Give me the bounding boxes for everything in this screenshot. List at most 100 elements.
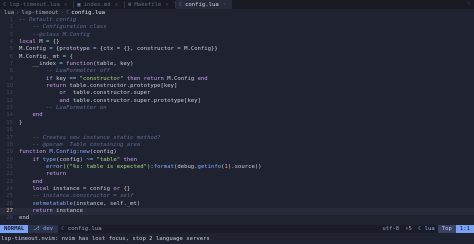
line-number: 5: [9, 46, 13, 53]
code-line[interactable]: 14 end: [0, 112, 474, 119]
code-token: {ctx: [96, 46, 117, 53]
breadcrumb: lua › lsp-timeout › ☾ config.lua: [0, 9, 474, 17]
code-token: table.constructor.prototype[key]: [66, 83, 178, 90]
code-line[interactable]: 12 and table.constructor.super.prototype…: [0, 98, 474, 105]
breadcrumb-item[interactable]: lua: [4, 10, 14, 16]
lua-file-icon: ☾: [3, 1, 7, 8]
code-token: function: [19, 149, 46, 156]
code-token: (table, key): [93, 61, 134, 68]
status-file: ☾ config.lua: [58, 225, 104, 233]
git-branch-label: dev: [43, 226, 54, 232]
code-line[interactable]: 17 -- Creates new instance static method…: [0, 135, 474, 142]
tab-lsp-timeout[interactable]: ☾ lsp-timeout.lua ×: [0, 0, 73, 9]
code-token: return: [45, 83, 67, 90]
git-branch-icon: ⎇: [33, 226, 44, 232]
code-line[interactable]: 10 return table.constructor.prototype[ke…: [0, 83, 474, 90]
close-icon[interactable]: ×: [223, 2, 226, 8]
close-icon[interactable]: ×: [64, 2, 67, 8]
code-token: end: [19, 215, 30, 222]
close-icon[interactable]: ×: [165, 2, 168, 8]
code-line[interactable]: 16: [0, 127, 474, 134]
code-line[interactable]: 13 -- LuaFormatter on: [0, 105, 474, 112]
code-line[interactable]: 20 if type(config) ~= "table" then: [0, 157, 474, 164]
code-line[interactable]: 18 -- @param Table containing area: [0, 142, 474, 149]
tabline: ☾ lsp-timeout.lua × ▣ index.md × ⚙ Makef…: [0, 0, 474, 9]
code-token: ).source)): [227, 163, 262, 170]
close-icon[interactable]: ×: [115, 2, 118, 8]
code-line[interactable]: 26 setmetatable(instance, self._mt): [0, 201, 474, 208]
status-file-label: config.lua: [67, 226, 102, 232]
chevron-right-icon: ›: [16, 10, 20, 16]
scroll-indicator: Top: [437, 225, 456, 233]
code-line[interactable]: 6 M.Config._mt = {: [0, 54, 474, 61]
filetype: ☾ lua: [415, 225, 438, 233]
code-token: local: [19, 39, 36, 46]
line-number: 27: [6, 207, 13, 214]
code-token: (config): [89, 149, 117, 156]
tab-makefile[interactable]: ⚙ Makefile ×: [125, 0, 175, 9]
mode-indicator: NORMAL: [0, 225, 29, 233]
gear-icon[interactable]: ⚙: [467, 0, 470, 9]
code-line[interactable]: 7 __index = function(table, key): [0, 61, 474, 68]
line-number: 6: [9, 53, 13, 60]
code-token: end: [32, 178, 43, 185]
code-line[interactable]: 1 -- Default config: [0, 17, 474, 24]
code-token: -- Default config: [19, 17, 77, 23]
line-number: 13: [6, 105, 13, 112]
code-line[interactable]: 21 error(("%s: table is expected"):forma…: [0, 164, 474, 171]
lua-file-icon: ☾: [61, 226, 68, 232]
code-line[interactable]: 28 end: [0, 215, 474, 222]
tab-index-md[interactable]: ▣ index.md ×: [74, 0, 124, 9]
code-token: M.Config: [163, 75, 198, 82]
code-token: then return: [126, 75, 164, 82]
code-token: }: [19, 119, 23, 126]
code-line[interactable]: 5 M.Config = {prototype = {ctx = {}, cons…: [0, 46, 474, 53]
line-number: 14: [6, 112, 13, 119]
code-token: {}: [120, 185, 131, 192]
message-line: lsp-timeout.nvim: nvim has lost focus, s…: [1, 236, 210, 242]
code-line[interactable]: 25 -- instance.constructor = self: [0, 193, 474, 200]
code-line[interactable]: 24 local instance = config or {}: [0, 186, 474, 193]
code-line[interactable]: 22 return: [0, 171, 474, 178]
encoding-label: utf-8: [382, 226, 400, 232]
code-token: __index: [19, 61, 60, 68]
code-token: function: [66, 61, 94, 68]
line-number: 8: [9, 68, 13, 75]
code-token: then: [123, 156, 137, 163]
code-line[interactable]: 2 -- Configuration class: [0, 24, 474, 31]
line-number: 25: [6, 193, 13, 200]
code-line[interactable]: 23 end: [0, 179, 474, 186]
code-token: return: [32, 207, 53, 214]
code-line[interactable]: 19 function M.Config:new(config): [0, 149, 474, 156]
code-editor[interactable]: 1 -- Default config 2 -- Configuration cla…: [0, 17, 474, 224]
code-line[interactable]: 8 -- LuaFormatter off: [0, 68, 474, 75]
breadcrumb-item[interactable]: lsp-timeout: [21, 10, 58, 16]
code-token: {}, constructor: [120, 46, 178, 53]
code-token: M.Config:new: [49, 149, 90, 156]
code-line[interactable]: 27 return instance: [0, 207, 474, 216]
tab-label: lsp-timeout.lua: [9, 1, 60, 8]
code-line[interactable]: 3 --@class M.Config: [0, 32, 474, 39]
code-token: instance: [49, 185, 84, 192]
code-line[interactable]: 4 local M = {}: [0, 39, 474, 46]
code-line[interactable]: 9 if key == "constructor" then return M.…: [0, 76, 474, 83]
moon-icon: ☾: [417, 226, 425, 232]
line-number: 16: [6, 127, 13, 134]
code-token: instance: [52, 207, 84, 214]
code-line[interactable]: 11 or table.constructor.super: [0, 90, 474, 97]
line-number: 11: [6, 90, 13, 97]
code-line[interactable]: 15}: [0, 120, 474, 127]
code-token: type: [42, 156, 57, 163]
breadcrumb-current-file[interactable]: config.lua: [71, 10, 105, 16]
tab-config-lua[interactable]: ☾ config.lua ×: [175, 0, 233, 9]
line-number: 18: [6, 141, 13, 148]
